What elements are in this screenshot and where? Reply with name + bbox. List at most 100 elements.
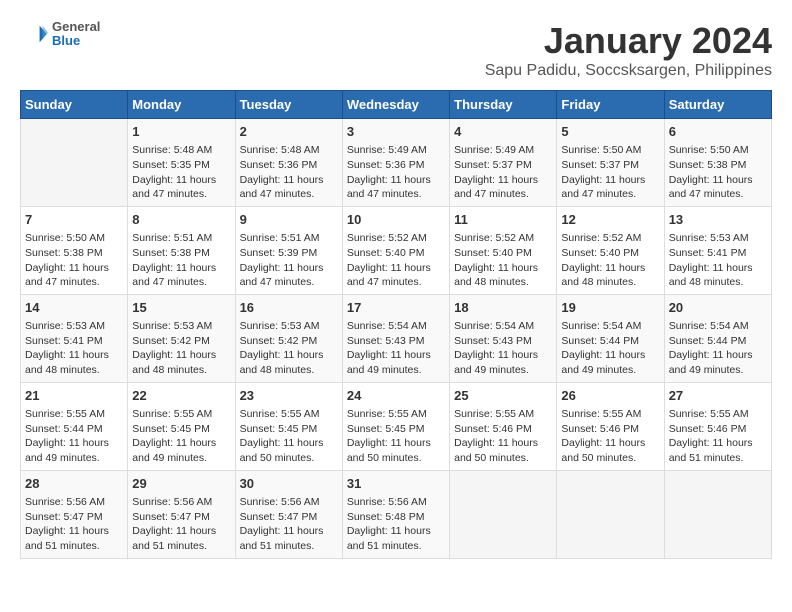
calendar-cell: 20 Sunrise: 5:54 AM Sunset: 5:44 PM Dayli… (664, 294, 771, 382)
day-info: Sunrise: 5:53 AM Sunset: 5:42 PM Dayligh… (132, 319, 230, 378)
weekday-header: Tuesday (235, 91, 342, 119)
day-info: Sunrise: 5:52 AM Sunset: 5:40 PM Dayligh… (561, 231, 659, 290)
day-info: Sunrise: 5:53 AM Sunset: 5:41 PM Dayligh… (25, 319, 123, 378)
day-number: 15 (132, 299, 230, 317)
calendar-cell: 17 Sunrise: 5:54 AM Sunset: 5:43 PM Dayli… (342, 294, 449, 382)
day-info: Sunrise: 5:56 AM Sunset: 5:48 PM Dayligh… (347, 495, 445, 554)
day-number: 5 (561, 123, 659, 141)
calendar-cell: 1 Sunrise: 5:48 AM Sunset: 5:35 PM Daylig… (128, 119, 235, 207)
calendar-cell: 8Sunrise: 5:51 AM Sunset: 5:38 PM Daylig… (128, 206, 235, 294)
logo-general-text: General (52, 20, 100, 34)
day-number: 3 (347, 123, 445, 141)
day-number: 12 (561, 211, 659, 229)
calendar-cell (450, 470, 557, 558)
day-number: 21 (25, 387, 123, 405)
day-info: Sunrise: 5:53 AM Sunset: 5:42 PM Dayligh… (240, 319, 338, 378)
day-info: Sunrise: 5:52 AM Sunset: 5:40 PM Dayligh… (347, 231, 445, 290)
day-info: Sunrise: 5:54 AM Sunset: 5:43 PM Dayligh… (454, 319, 552, 378)
day-number: 9 (240, 211, 338, 229)
calendar-cell: 3 Sunrise: 5:49 AM Sunset: 5:36 PM Daylig… (342, 119, 449, 207)
calendar-cell: 28 Sunrise: 5:56 AM Sunset: 5:47 PM Dayli… (21, 470, 128, 558)
day-number: 29 (132, 475, 230, 493)
calendar-cell: 2 Sunrise: 5:48 AM Sunset: 5:36 PM Daylig… (235, 119, 342, 207)
logo: General Blue (20, 20, 100, 49)
day-number: 6 (669, 123, 767, 141)
day-number: 30 (240, 475, 338, 493)
day-number: 28 (25, 475, 123, 493)
day-info: Sunrise: 5:49 AM Sunset: 5:37 PM Dayligh… (454, 143, 552, 202)
calendar-week-row: 21 Sunrise: 5:55 AM Sunset: 5:44 PM Dayli… (21, 382, 772, 470)
calendar-cell: 22 Sunrise: 5:55 AM Sunset: 5:45 PM Dayli… (128, 382, 235, 470)
day-info: Sunrise: 5:53 AM Sunset: 5:41 PM Dayligh… (669, 231, 767, 290)
weekday-header: Thursday (450, 91, 557, 119)
calendar-cell: 19 Sunrise: 5:54 AM Sunset: 5:44 PM Dayli… (557, 294, 664, 382)
calendar-cell: 9 Sunrise: 5:51 AM Sunset: 5:39 PM Daylig… (235, 206, 342, 294)
calendar-cell: 16 Sunrise: 5:53 AM Sunset: 5:42 PM Dayli… (235, 294, 342, 382)
calendar-cell: 23 Sunrise: 5:55 AM Sunset: 5:45 PM Dayli… (235, 382, 342, 470)
calendar-cell: 27Sunrise: 5:55 AM Sunset: 5:46 PM Dayli… (664, 382, 771, 470)
day-info: Sunrise: 5:52 AM Sunset: 5:40 PM Dayligh… (454, 231, 552, 290)
calendar-cell (21, 119, 128, 207)
page-header: General Blue January 2024 Sapu Padidu, S… (20, 20, 772, 80)
calendar-cell: 31 Sunrise: 5:56 AM Sunset: 5:48 PM Dayli… (342, 470, 449, 558)
calendar-cell: 13Sunrise: 5:53 AM Sunset: 5:41 PM Dayli… (664, 206, 771, 294)
day-number: 1 (132, 123, 230, 141)
logo-icon (20, 20, 48, 48)
day-number: 22 (132, 387, 230, 405)
day-info: Sunrise: 5:55 AM Sunset: 5:46 PM Dayligh… (454, 407, 552, 466)
day-info: Sunrise: 5:56 AM Sunset: 5:47 PM Dayligh… (25, 495, 123, 554)
day-number: 25 (454, 387, 552, 405)
day-info: Sunrise: 5:55 AM Sunset: 5:45 PM Dayligh… (132, 407, 230, 466)
calendar-week-row: 1 Sunrise: 5:48 AM Sunset: 5:35 PM Daylig… (21, 119, 772, 207)
calendar-cell: 15 Sunrise: 5:53 AM Sunset: 5:42 PM Dayli… (128, 294, 235, 382)
day-number: 11 (454, 211, 552, 229)
day-number: 26 (561, 387, 659, 405)
day-info: Sunrise: 5:55 AM Sunset: 5:46 PM Dayligh… (669, 407, 767, 466)
calendar-cell: 11 Sunrise: 5:52 AM Sunset: 5:40 PM Dayli… (450, 206, 557, 294)
calendar-cell: 4Sunrise: 5:49 AM Sunset: 5:37 PM Daylig… (450, 119, 557, 207)
weekday-header: Saturday (664, 91, 771, 119)
day-info: Sunrise: 5:55 AM Sunset: 5:45 PM Dayligh… (240, 407, 338, 466)
calendar-cell: 6 Sunrise: 5:50 AM Sunset: 5:38 PM Daylig… (664, 119, 771, 207)
page-title: January 2024 (485, 20, 772, 62)
page-subtitle: Sapu Padidu, Soccsksargen, Philippines (485, 62, 772, 80)
day-info: Sunrise: 5:51 AM Sunset: 5:38 PM Dayligh… (132, 231, 230, 290)
weekday-header: Sunday (21, 91, 128, 119)
day-number: 2 (240, 123, 338, 141)
day-info: Sunrise: 5:50 AM Sunset: 5:37 PM Dayligh… (561, 143, 659, 202)
day-info: Sunrise: 5:51 AM Sunset: 5:39 PM Dayligh… (240, 231, 338, 290)
day-number: 16 (240, 299, 338, 317)
day-info: Sunrise: 5:54 AM Sunset: 5:43 PM Dayligh… (347, 319, 445, 378)
calendar-week-row: 14 Sunrise: 5:53 AM Sunset: 5:41 PM Dayli… (21, 294, 772, 382)
day-info: Sunrise: 5:50 AM Sunset: 5:38 PM Dayligh… (25, 231, 123, 290)
calendar-cell: 30Sunrise: 5:56 AM Sunset: 5:47 PM Dayli… (235, 470, 342, 558)
day-number: 14 (25, 299, 123, 317)
calendar-week-row: 28 Sunrise: 5:56 AM Sunset: 5:47 PM Dayli… (21, 470, 772, 558)
day-info: Sunrise: 5:48 AM Sunset: 5:36 PM Dayligh… (240, 143, 338, 202)
day-number: 24 (347, 387, 445, 405)
day-number: 20 (669, 299, 767, 317)
day-number: 10 (347, 211, 445, 229)
calendar-cell: 18 Sunrise: 5:54 AM Sunset: 5:43 PM Dayli… (450, 294, 557, 382)
calendar-cell: 14 Sunrise: 5:53 AM Sunset: 5:41 PM Dayli… (21, 294, 128, 382)
calendar-cell (557, 470, 664, 558)
day-info: Sunrise: 5:55 AM Sunset: 5:44 PM Dayligh… (25, 407, 123, 466)
weekday-header: Wednesday (342, 91, 449, 119)
day-number: 19 (561, 299, 659, 317)
day-info: Sunrise: 5:50 AM Sunset: 5:38 PM Dayligh… (669, 143, 767, 202)
day-number: 7 (25, 211, 123, 229)
calendar-table: SundayMondayTuesdayWednesdayThursdayFrid… (20, 90, 772, 559)
day-info: Sunrise: 5:55 AM Sunset: 5:46 PM Dayligh… (561, 407, 659, 466)
calendar-cell: 25 Sunrise: 5:55 AM Sunset: 5:46 PM Dayli… (450, 382, 557, 470)
day-number: 31 (347, 475, 445, 493)
day-number: 17 (347, 299, 445, 317)
day-info: Sunrise: 5:48 AM Sunset: 5:35 PM Dayligh… (132, 143, 230, 202)
day-info: Sunrise: 5:54 AM Sunset: 5:44 PM Dayligh… (561, 319, 659, 378)
calendar-cell: 5 Sunrise: 5:50 AM Sunset: 5:37 PM Daylig… (557, 119, 664, 207)
day-info: Sunrise: 5:55 AM Sunset: 5:45 PM Dayligh… (347, 407, 445, 466)
day-info: Sunrise: 5:49 AM Sunset: 5:36 PM Dayligh… (347, 143, 445, 202)
day-number: 18 (454, 299, 552, 317)
day-info: Sunrise: 5:54 AM Sunset: 5:44 PM Dayligh… (669, 319, 767, 378)
day-number: 23 (240, 387, 338, 405)
calendar-cell: 24 Sunrise: 5:55 AM Sunset: 5:45 PM Dayli… (342, 382, 449, 470)
